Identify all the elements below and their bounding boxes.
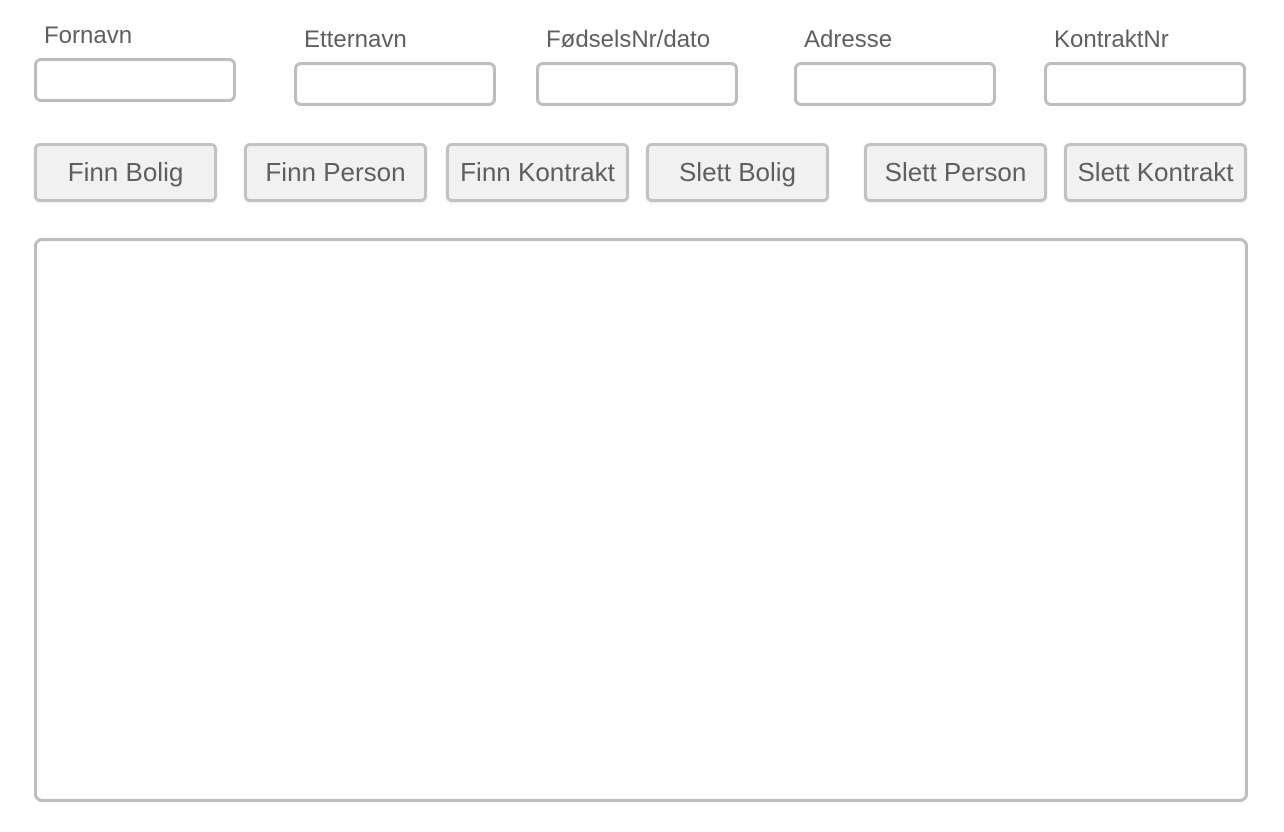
slett-kontrakt-button[interactable]: Slett Kontrakt [1064, 143, 1247, 202]
etternavn-input[interactable] [294, 62, 496, 106]
finn-bolig-button[interactable]: Finn Bolig [34, 143, 217, 202]
results-textarea[interactable] [34, 238, 1248, 802]
slett-person-button[interactable]: Slett Person [864, 143, 1047, 202]
fornavn-input[interactable] [34, 58, 236, 102]
finn-person-button[interactable]: Finn Person [244, 143, 427, 202]
adresse-label: Adresse [804, 26, 893, 53]
fodselsnr-input[interactable] [536, 62, 738, 106]
fornavn-label: Fornavn [44, 22, 133, 49]
kontraktnr-label: KontraktNr [1054, 26, 1169, 53]
etternavn-label: Etternavn [304, 26, 407, 53]
slett-bolig-button[interactable]: Slett Bolig [646, 143, 829, 202]
adresse-input[interactable] [794, 62, 996, 106]
kontraktnr-input[interactable] [1044, 62, 1246, 106]
finn-kontrakt-button[interactable]: Finn Kontrakt [446, 143, 629, 202]
fodselsnr-label: FødselsNr/dato [546, 26, 711, 53]
